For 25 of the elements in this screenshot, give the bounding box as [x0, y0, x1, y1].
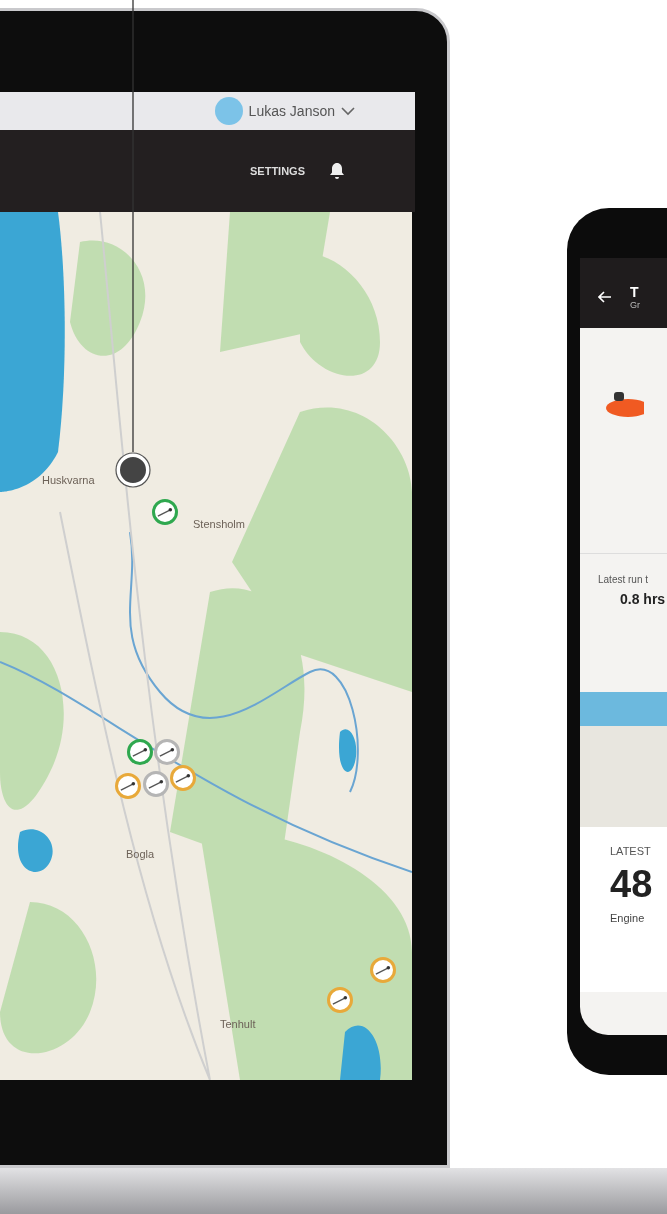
avatar-placeholder: [214, 97, 243, 125]
trimmer-icon: [332, 994, 348, 1006]
product-subtitle: Gr: [630, 300, 640, 310]
product-title: T: [630, 284, 640, 300]
trimmer-icon: [132, 746, 148, 758]
place-label: Tenhult: [220, 1018, 256, 1030]
card-label: LATEST: [610, 845, 652, 857]
place-label: Bogla: [126, 848, 155, 860]
stat-label: Latest run t: [598, 574, 649, 585]
trimmer-icon: [120, 780, 136, 792]
notification-bell-icon[interactable]: [329, 162, 345, 180]
stat-value: 0.8 hrs: [619, 591, 666, 607]
card-value: 48: [610, 863, 654, 906]
chevron-down-icon: [341, 106, 355, 116]
trimmer-icon: [148, 778, 164, 790]
trimmer-icon: [375, 964, 391, 976]
trimmer-icon: [157, 506, 173, 518]
place-label: Stensholm: [193, 518, 245, 530]
settings-link[interactable]: SETTINGS: [250, 165, 305, 177]
user-menu[interactable]: Lukas Janson: [248, 103, 355, 119]
trimmer-icon: [159, 746, 175, 758]
back-arrow-icon[interactable]: [598, 291, 612, 303]
place-label: Huskvarna: [42, 474, 95, 486]
card-caption: Engine: [610, 912, 646, 924]
trimmer-icon: [175, 772, 191, 784]
